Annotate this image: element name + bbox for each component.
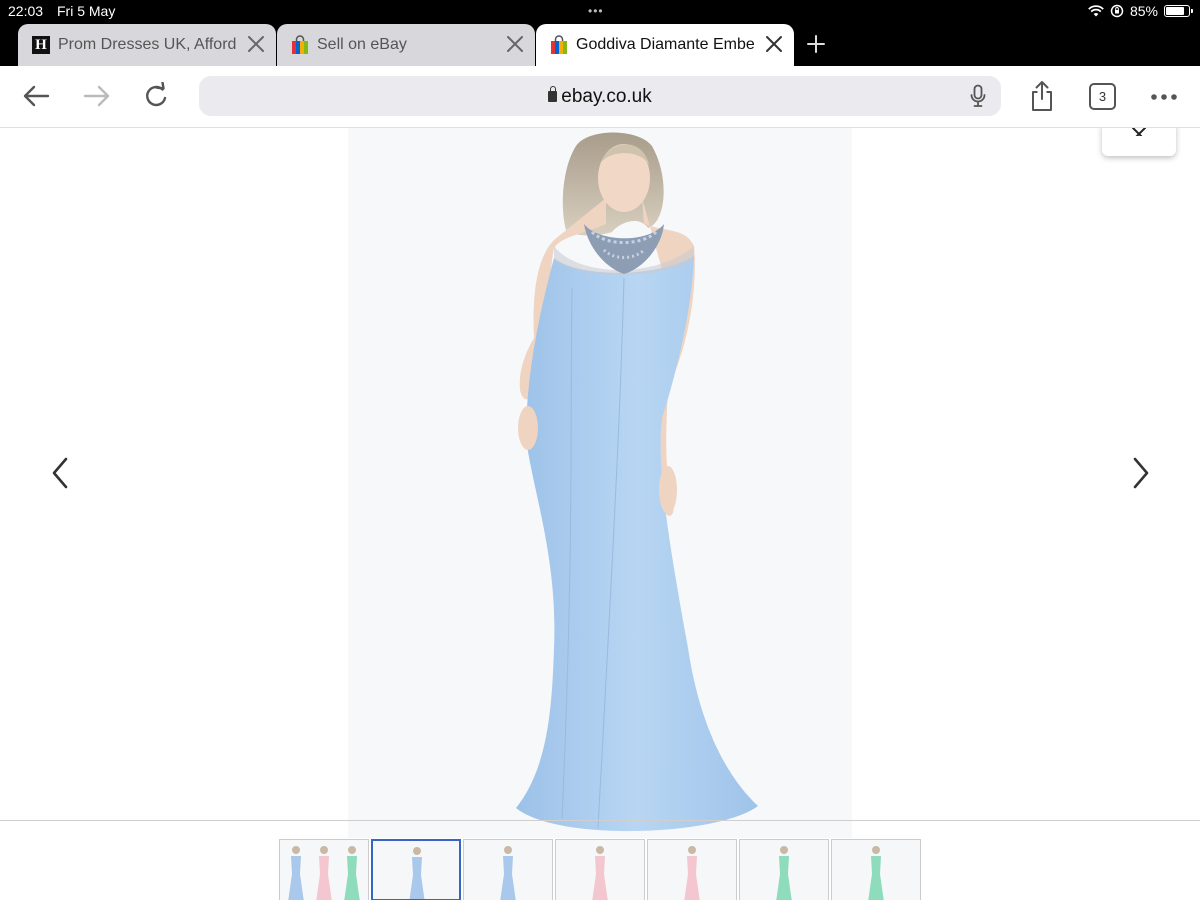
thumbnail-5[interactable] [647, 839, 737, 900]
back-icon[interactable] [22, 84, 50, 108]
status-indicators: 85% [1088, 3, 1193, 19]
ebay-bag-favicon-icon [292, 35, 308, 54]
lock-icon [548, 86, 558, 102]
thumbnail-6[interactable] [739, 839, 829, 900]
multitasking-dots-icon[interactable]: ••• [588, 4, 604, 18]
tab-bar: H Prom Dresses UK, Afford Sell on eBay G… [0, 22, 1200, 66]
h-favicon-icon: H [32, 36, 50, 54]
thumbnail-dress-figure [409, 847, 425, 899]
close-gallery-button[interactable] [1102, 128, 1176, 156]
thumbnail-dress-figure [500, 846, 516, 900]
battery-icon [1164, 5, 1193, 17]
battery-percent: 85% [1129, 3, 1158, 19]
close-tab-icon[interactable] [505, 34, 525, 54]
thumbnail-dress-figure [684, 846, 700, 900]
reload-icon[interactable] [143, 82, 171, 110]
microphone-icon[interactable] [970, 84, 986, 108]
browser-toolbar: ebay.co.uk 3 [0, 66, 1200, 128]
status-bar: 22:03 Fri 5 May ••• 85% [0, 0, 1200, 22]
thumbnail-7[interactable] [831, 839, 921, 900]
thumbnail-strip [279, 839, 921, 900]
new-tab-icon[interactable] [804, 32, 828, 56]
dress-model-illustration [516, 132, 758, 832]
close-tab-icon[interactable] [764, 34, 784, 54]
tab-title: Goddiva Diamante Embel [576, 36, 754, 53]
thumbnail-dress-figure [868, 846, 884, 900]
thumbnail-dress-figure [592, 846, 608, 900]
url-display[interactable]: ebay.co.uk [199, 86, 1001, 108]
previous-image-button[interactable] [41, 453, 81, 493]
thumbnail-divider [0, 820, 1200, 821]
orientation-lock-icon [1110, 4, 1124, 18]
thumbnail-dress-figure [288, 846, 360, 900]
url-text: ebay.co.uk [561, 86, 652, 107]
tab-prom-dresses[interactable]: H Prom Dresses UK, Afford [18, 24, 276, 66]
thumbnail-4[interactable] [555, 839, 645, 900]
status-date: Fri 5 May [57, 3, 116, 19]
tab-goddiva[interactable]: Goddiva Diamante Embel [536, 24, 794, 66]
tab-title: Prom Dresses UK, Afford [58, 36, 236, 53]
thumbnail-dress-figure [776, 846, 792, 900]
close-tab-icon[interactable] [246, 34, 266, 54]
tab-count-button[interactable]: 3 [1089, 83, 1116, 110]
ebay-bag-favicon-icon [551, 35, 567, 54]
status-time: 22:03 [8, 3, 44, 19]
share-icon[interactable] [1029, 80, 1055, 112]
forward-icon[interactable] [83, 84, 111, 108]
thumbnail-2[interactable] [371, 839, 461, 900]
next-image-button[interactable] [1120, 453, 1160, 493]
address-bar[interactable]: ebay.co.uk [199, 76, 1001, 116]
more-icon[interactable] [1150, 93, 1178, 101]
tab-sell-on-ebay[interactable]: Sell on eBay [277, 24, 535, 66]
page-content [0, 128, 1200, 900]
battery-level [1166, 7, 1184, 15]
tab-title: Sell on eBay [317, 36, 407, 53]
thumbnail-3[interactable] [463, 839, 553, 900]
close-icon [1132, 128, 1146, 136]
product-main-image[interactable] [348, 128, 852, 838]
wifi-icon [1088, 5, 1104, 17]
thumbnail-1[interactable] [279, 839, 369, 900]
